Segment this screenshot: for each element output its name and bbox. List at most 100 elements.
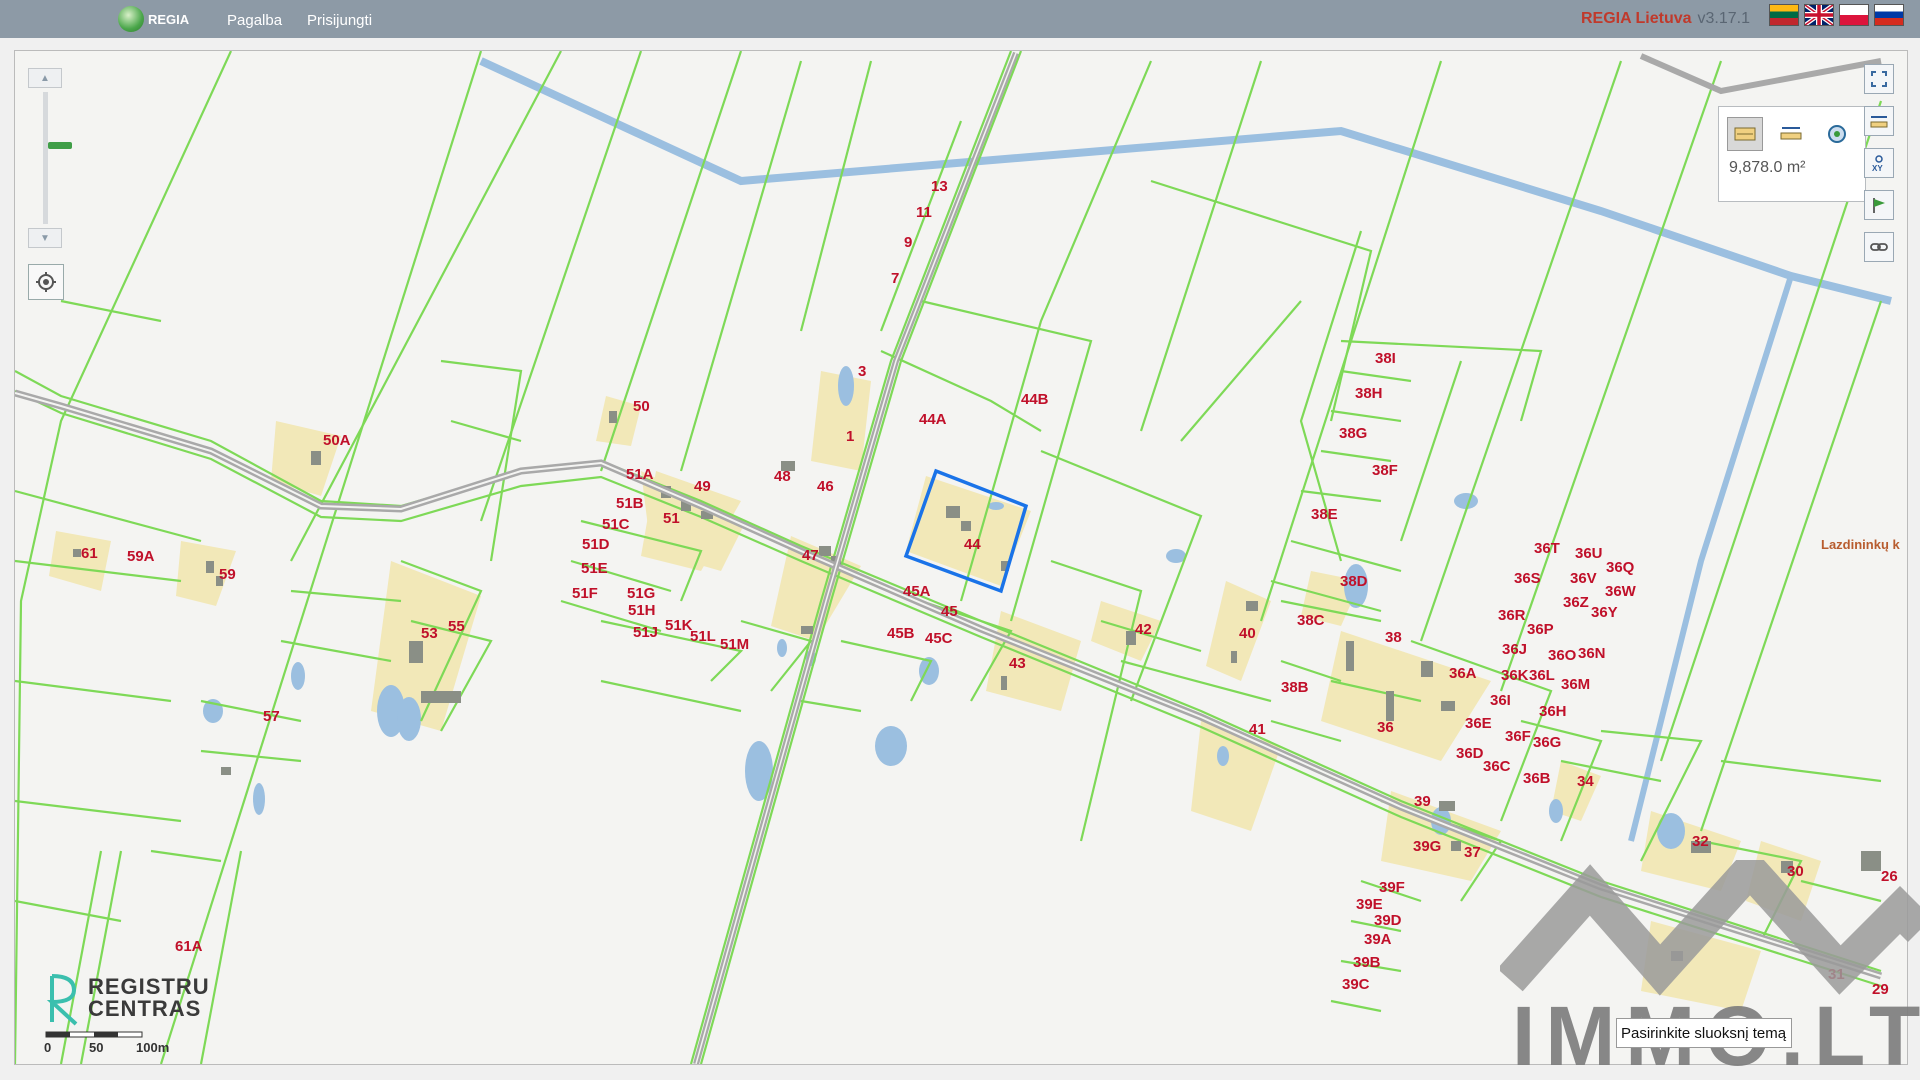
parcel-label: 53 [421,625,438,642]
lithuanian-flag-icon[interactable] [1769,4,1799,26]
parcel-label: 42 [1135,621,1152,638]
parcel-label: 31 [1828,966,1845,983]
water-bodies [203,57,1892,849]
polish-flag-icon[interactable] [1839,4,1869,26]
parcel-label: 45C [925,630,953,647]
parcel-label: 36R [1498,607,1526,624]
parcel-label: 51G [627,585,655,602]
measure-point-button[interactable] [1819,117,1855,151]
measure-length-button[interactable] [1773,117,1809,151]
zoom-slider-track[interactable] [43,92,72,224]
parcel-label: 40 [1239,625,1256,642]
link-icon [1870,243,1888,251]
parcel-label: 30 [1787,863,1804,880]
parcel-label: 36G [1533,734,1561,751]
parcel-label: 38B [1281,679,1309,696]
logo-line1: REGISTRU [88,974,210,999]
parcel-label: 43 [1009,655,1026,672]
parcel-label: 45A [903,583,931,600]
parcel-label: 32 [1692,833,1709,850]
parcel-label: 36E [1465,715,1492,732]
parcel-label: 57 [263,708,280,725]
locate-icon [36,272,56,292]
map-canvas[interactable]: 13 11 9 7 3 1 50 50A 51A 51B 51C 51D 51E 51F 51G 51H 51J… [14,50,1908,1065]
locate-button[interactable] [28,264,64,300]
parcel-label: 34 [1577,773,1594,790]
parcel-label: 51F [572,585,598,602]
xy-coordinates-icon: XY [1872,155,1883,173]
parcel-label: 36H [1539,703,1567,720]
english-flag-icon[interactable] [1804,4,1834,26]
parcel-label: 38 [1385,629,1402,646]
parcel-label: 38E [1311,506,1338,523]
scale-label-50: 50 [89,1040,104,1055]
parcel-label: 61 [81,545,98,562]
measure-area-button[interactable] [1727,117,1763,151]
parcel-label: 36D [1456,745,1484,762]
scale-label-0: 0 [44,1040,52,1055]
svg-text:XY: XY [1872,164,1883,173]
parcel-label: 41 [1249,721,1266,738]
parcel-label: 61A [175,938,203,955]
zoom-out-button[interactable]: ▼ [28,228,62,248]
regia-logo[interactable]: REGIA [118,6,189,32]
parcel-label: 39 [1414,793,1431,810]
parcel-label: 51D [582,536,610,553]
parcel-label: 36 [1377,719,1394,736]
help-link[interactable]: Pagalba [227,12,282,29]
parcel-label: 1 [846,428,854,445]
scale-label-100m: 100m [136,1040,170,1055]
parcel-label: 36J [1502,641,1527,658]
cadastral-map[interactable]: 131197315050A51A51B51C51D51E51F 51G51H51J… [15,51,1907,1064]
parcel-label: 3 [858,363,866,380]
parcel-label: 39G [1413,838,1441,855]
zoom-slider-handle[interactable] [48,142,72,149]
top-bar: REGIA Pagalba Prisijungti REGIA Lietuva v… [0,0,1920,38]
parcel-label: 37 [1464,844,1481,861]
xy-coordinates-button[interactable]: XY [1864,148,1894,178]
parcel-label: 36K [1501,667,1529,684]
parcel-label: 36F [1505,728,1531,745]
regia-logo-text: REGIA [148,11,190,27]
parcel-label: 55 [448,618,465,635]
measure-area-icon [1734,127,1756,141]
parcel-label: 39F [1379,879,1405,896]
parcel-label: 51A [626,466,654,483]
street-label: Lazdininkų k [1821,537,1901,552]
parcel-label: 44 [964,536,981,553]
fullscreen-button[interactable] [1864,64,1894,94]
parcel-label: 11 [916,204,932,221]
parcel-label: 36N [1578,645,1606,662]
parcel-label: 51B [616,495,644,512]
zoom-in-button[interactable]: ▲ [28,68,62,88]
parcel-label: 51E [581,560,608,577]
link-button[interactable] [1864,232,1894,262]
parcel-label: 36S [1514,570,1541,587]
parcel-label: 39C [1342,976,1370,993]
scale-bar: 0 50 100m [44,1030,204,1060]
russian-flag-icon[interactable] [1874,4,1904,26]
parcel-label: 36C [1483,758,1511,775]
parcel-label: 38H [1355,385,1383,402]
parcel-label: 36U [1575,545,1603,562]
parcel-label: 36O [1548,647,1577,664]
flag-button[interactable] [1864,190,1894,220]
login-link[interactable]: Prisijungti [307,12,372,29]
parcel-label: 39D [1374,912,1402,929]
parcel-label: 51 [663,510,680,527]
parcel-label: 36A [1449,665,1477,682]
parcel-label: 36Z [1563,594,1589,611]
parcel-label: 59A [127,548,155,565]
logo-line2: CENTRAS [88,996,202,1021]
parcel-label: 45 [941,603,958,620]
parcel-label: 51K [665,617,693,634]
parcel-label: 59 [219,566,236,583]
scale-bar-ruler [45,1031,143,1038]
parcel-label: 51H [628,602,656,619]
parcel-label: 36V [1570,570,1597,587]
measure-distance-button[interactable] [1864,106,1894,136]
parcel-label: 44B [1021,391,1049,408]
parcel-label: 51M [720,636,749,653]
layer-theme-select[interactable] [1616,1018,1792,1048]
measure-distance-icon [1870,116,1888,128]
